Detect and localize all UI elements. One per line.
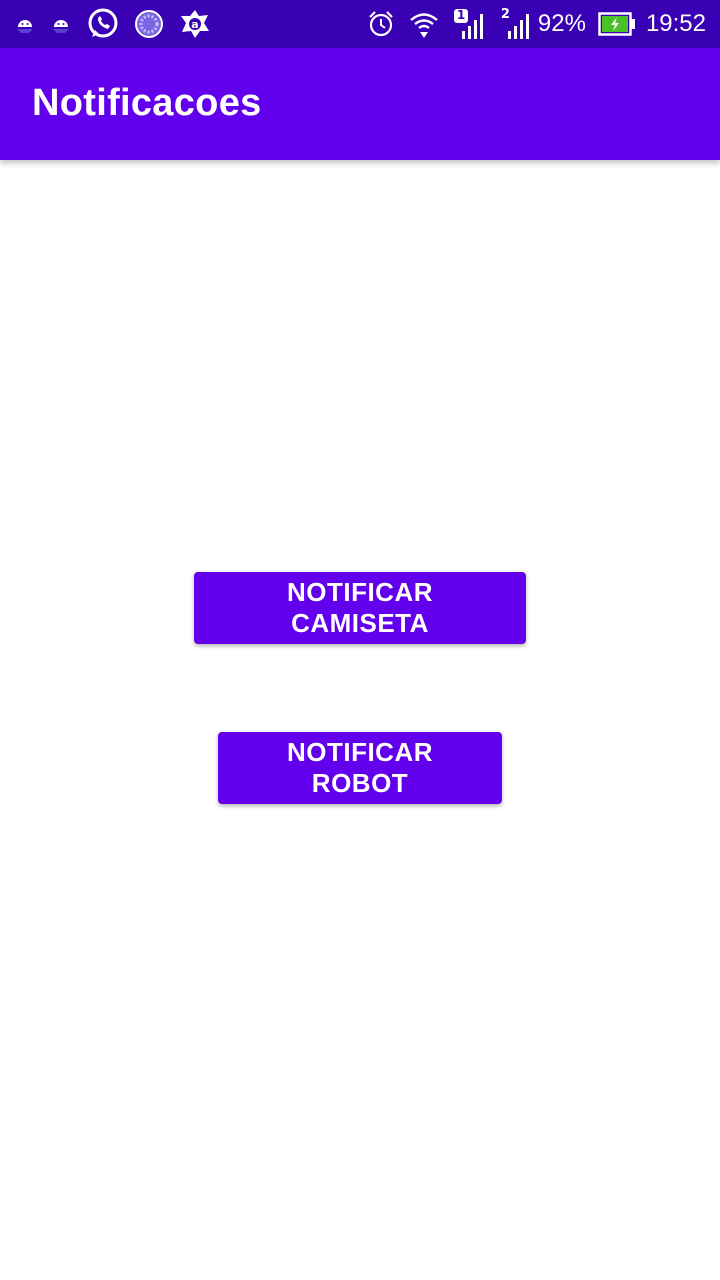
signal-sim1-icon: 1 (452, 7, 486, 41)
android-icon (14, 13, 36, 35)
status-bar: a 1 2 92% 19:52 (0, 0, 720, 48)
battery-charging-icon (598, 11, 636, 37)
notification-icons: a (14, 0, 226, 48)
loading-circle-icon (134, 9, 164, 39)
signal-sim2-icon: 2 (498, 7, 532, 41)
clock: 19:52 (645, 10, 706, 37)
sim2-label: 2 (500, 7, 510, 22)
app-bar: Notificacoes (0, 48, 720, 160)
android-icon (50, 13, 72, 35)
system-status-icons: 1 2 92% 19:52 (354, 0, 706, 48)
notify-robot-button[interactable]: NOTIFICAR ROBOT (218, 732, 502, 804)
whatsapp-icon (86, 7, 120, 41)
alarm-icon (366, 9, 396, 39)
notify-camiseta-button[interactable]: NOTIFICAR CAMISETA (194, 572, 526, 644)
avast-icon: a (178, 7, 212, 41)
svg-text:a: a (191, 18, 198, 31)
app-title: Notificacoes (32, 82, 262, 124)
sim1-label: 1 (456, 8, 466, 22)
wifi-icon (408, 8, 440, 40)
battery-percent: 92% (537, 10, 586, 37)
